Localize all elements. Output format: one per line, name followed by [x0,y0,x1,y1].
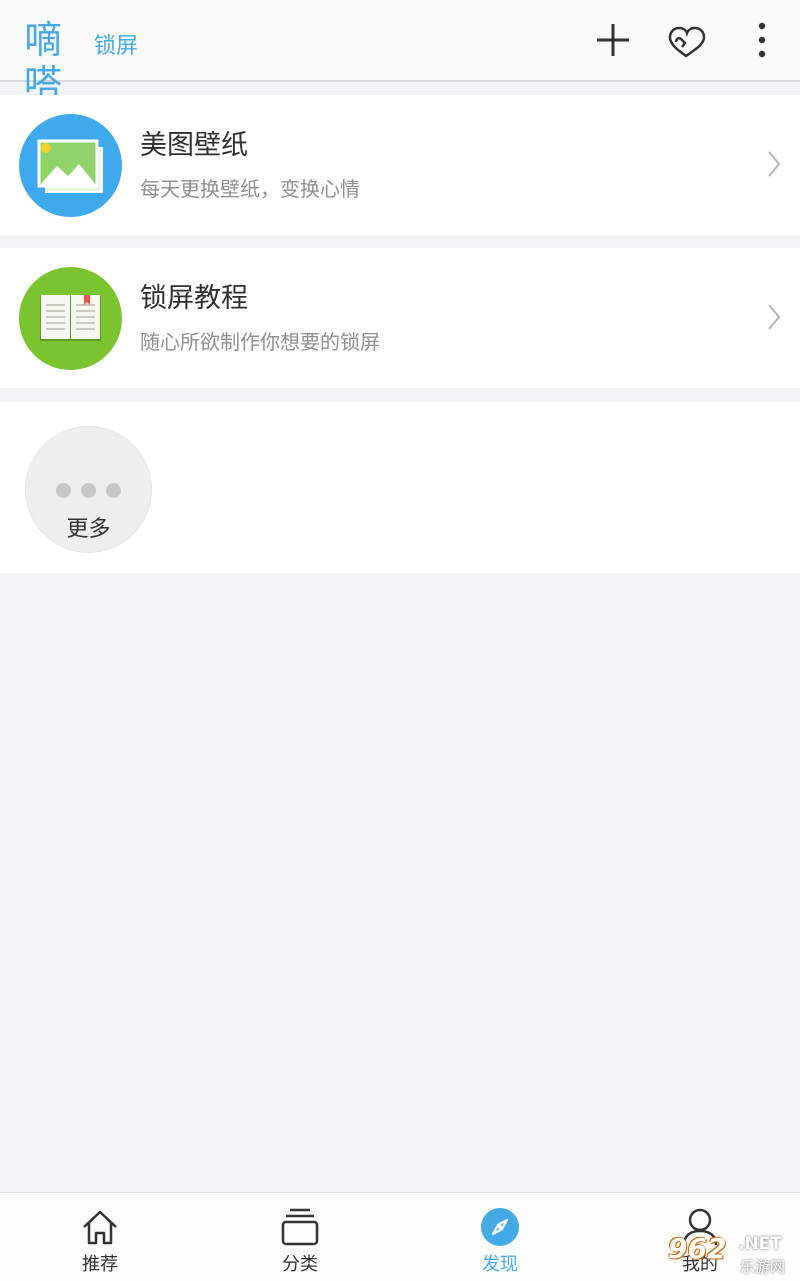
watermark-text: 乐游网 [740,1258,786,1276]
watermark-logo: 962 .NET 乐游网 [662,1232,796,1278]
tab-label: 发现 [482,1254,518,1275]
dot-icon [56,483,71,498]
top-bar: 嘀嗒 锁屏 [0,0,800,106]
logo-main-text: 嘀嗒 [24,18,62,106]
tab-recommend[interactable]: 推荐 [0,1193,200,1281]
picture-icon [19,114,122,217]
chevron-right-icon [766,302,782,332]
hearts-icon[interactable] [666,20,706,60]
chevron-right-icon [766,149,782,179]
tab-label: 分类 [282,1254,318,1275]
more-section: 更多 [0,402,800,573]
tab-label: 推荐 [82,1254,118,1275]
card-wallpaper[interactable]: 美图壁纸 每天更换壁纸，变换心情 [0,95,800,235]
book-icon [19,267,122,370]
more-label: 更多 [66,517,111,542]
card-tutorial[interactable]: 锁屏教程 随心所欲制作你想要的锁屏 [0,248,800,388]
card-title: 美图壁纸 [140,130,248,161]
stack-icon [280,1207,320,1247]
watermark-net: .NET [738,1234,782,1254]
add-icon[interactable] [593,20,633,60]
more-button[interactable]: 更多 [25,426,152,553]
card-subtitle: 每天更换壁纸，变换心情 [140,177,360,201]
watermark-number: 962 [668,1232,727,1265]
more-vertical-icon[interactable] [742,20,782,60]
home-icon [80,1207,120,1247]
tab-category[interactable]: 分类 [200,1193,400,1281]
compass-icon [480,1207,520,1247]
card-subtitle: 随心所欲制作你想要的锁屏 [140,330,380,354]
dot-icon [81,483,96,498]
card-title: 锁屏教程 [140,283,248,314]
logo-sub-text: 锁屏 [94,34,139,59]
dot-icon [106,483,121,498]
tab-discover[interactable]: 发现 [400,1193,600,1281]
